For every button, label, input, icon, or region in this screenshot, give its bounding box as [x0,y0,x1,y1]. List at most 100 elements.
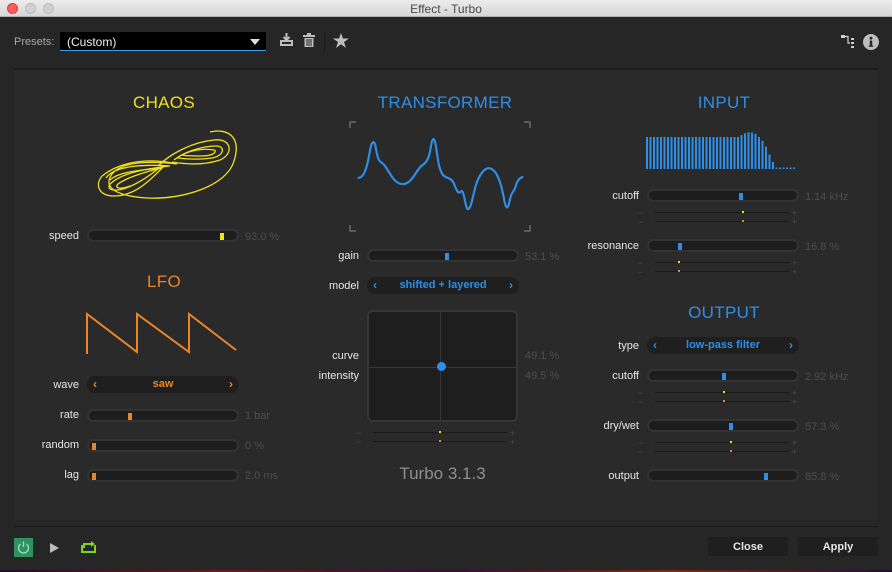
input-resonance-mod-row-chaos[interactable]: − + [638,258,818,270]
mod-indicator [438,431,441,433]
chevron-right-icon[interactable]: › [229,377,233,391]
favorite-star-icon[interactable] [333,33,349,48]
transformer-mod-row-chaos[interactable]: − + [356,428,536,440]
chevron-left-icon[interactable]: ‹ [373,278,377,292]
transformer-title: TRANSFORMER [377,93,513,112]
slider-thumb[interactable] [445,253,450,260]
input-resonance-value: 16.8 % [805,241,840,253]
slider-thumb[interactable] [92,443,96,450]
spectrum-bar [667,137,669,169]
output-cutoff-mod-row-lfo[interactable]: − + [638,397,818,409]
input-cutoff-mod-row-lfo[interactable]: − + [638,217,818,229]
input-cutoff-mod-row-chaos[interactable]: − + [638,208,818,220]
transformer-waveform-display [349,121,531,232]
output-type-value: low-pass filter [686,339,760,351]
presets-dropdown[interactable]: (Custom) [60,32,266,51]
mod-minus-icon[interactable]: − [356,437,361,447]
spectrum-bar [772,161,774,169]
input-spectrum-display [646,132,795,169]
spectrum-bar [740,135,743,169]
lfo-title: LFO [147,272,181,291]
lfo-random-slider[interactable] [87,439,239,452]
input-resonance-label: resonance [587,240,639,252]
mod-indicator [677,270,680,272]
slider-thumb[interactable] [763,473,768,480]
lfo-lag-value: 2.0 ms [245,470,279,482]
chevron-left-icon[interactable]: ‹ [93,377,97,391]
lfo-wave-selector[interactable]: ‹ saw › [87,376,239,393]
transformer-mod-row-lfo[interactable]: − + [356,437,536,449]
toolbar-separator [324,32,325,52]
slider-thumb[interactable] [220,233,225,240]
mod-minus-icon[interactable]: − [638,397,643,407]
mod-minus-icon[interactable]: − [638,267,643,277]
spectrum-bar [705,137,708,169]
lfo-rate-slider[interactable] [87,409,239,422]
mod-indicator [742,211,745,213]
mod-plus-icon[interactable]: + [792,447,797,457]
chevron-right-icon[interactable]: › [789,338,793,352]
spectrum-bar [653,137,655,169]
mod-plus-icon[interactable]: + [792,267,797,277]
apply-button[interactable]: Apply [798,537,878,556]
input-resonance-mod-row-lfo[interactable]: − + [638,267,818,279]
input-cutoff-label: cutoff [612,190,639,202]
slider-thumb[interactable] [722,373,727,380]
spectrum-bar [786,167,788,169]
chevron-left-icon[interactable]: ‹ [653,338,657,352]
transformer-model-selector[interactable]: ‹ shifted + layered › [367,277,519,294]
slider-thumb[interactable] [127,413,132,420]
info-icon[interactable] [863,34,879,50]
close-button[interactable]: Close [708,537,788,556]
toolbar: Presets: (Custom) [0,18,892,66]
slider-thumb[interactable] [678,243,683,250]
mod-track [655,271,789,272]
output-drywet-slider[interactable] [647,419,799,432]
mod-indicator [438,440,441,442]
slider-thumb[interactable] [738,193,743,200]
output-drywet-mod-row-chaos[interactable]: − + [638,438,818,450]
slider-thumb[interactable] [729,423,734,430]
delete-icon[interactable] [303,33,315,47]
output-level-slider[interactable] [647,469,799,482]
mod-minus-icon[interactable]: − [638,447,643,457]
output-cutoff-mod-row-chaos[interactable]: − + [638,388,818,400]
input-cutoff-value: 1.14 kHz [805,191,849,203]
curve-intensity-xy-pad[interactable] [367,310,518,422]
play-preview-button[interactable] [50,543,59,553]
mod-indicator [742,220,745,222]
transformer-gain-slider[interactable] [367,249,519,262]
input-cutoff-slider[interactable] [647,189,799,202]
output-cutoff-slider[interactable] [647,369,799,382]
spectrum-bar [656,137,659,169]
routing-icon[interactable] [841,35,854,48]
lfo-wave-label: wave [53,379,79,391]
mod-track [655,401,789,402]
chaos-speed-slider[interactable] [87,229,239,242]
mod-indicator [677,261,680,263]
presets-label: Presets: [14,36,55,48]
xy-pad-handle[interactable] [437,362,447,372]
spectrum-bar [688,137,690,169]
output-drywet-mod-row-lfo[interactable]: − + [638,447,818,459]
mod-track [655,221,789,222]
input-resonance-slider[interactable] [647,239,799,252]
loop-icon[interactable] [81,541,96,553]
transformer-gain-label: gain [338,250,359,262]
mod-minus-icon[interactable]: − [638,217,643,227]
slider-thumb[interactable] [92,473,96,480]
mod-plus-icon[interactable]: + [510,437,515,447]
mod-track [655,262,789,263]
chevron-right-icon[interactable]: › [509,278,513,292]
spectrum-bar [677,137,680,169]
mod-plus-icon[interactable]: + [792,217,797,227]
spectrum-bar [761,140,764,169]
lfo-lag-slider[interactable] [87,469,239,482]
mod-plus-icon[interactable]: + [792,397,797,407]
save-preset-icon[interactable] [279,33,294,47]
output-type-selector[interactable]: ‹ low-pass filter › [647,337,799,354]
mod-track [655,442,789,443]
power-toggle-button[interactable] [14,538,33,557]
spectrum-bar [646,137,648,169]
spectrum-bar [681,137,683,169]
